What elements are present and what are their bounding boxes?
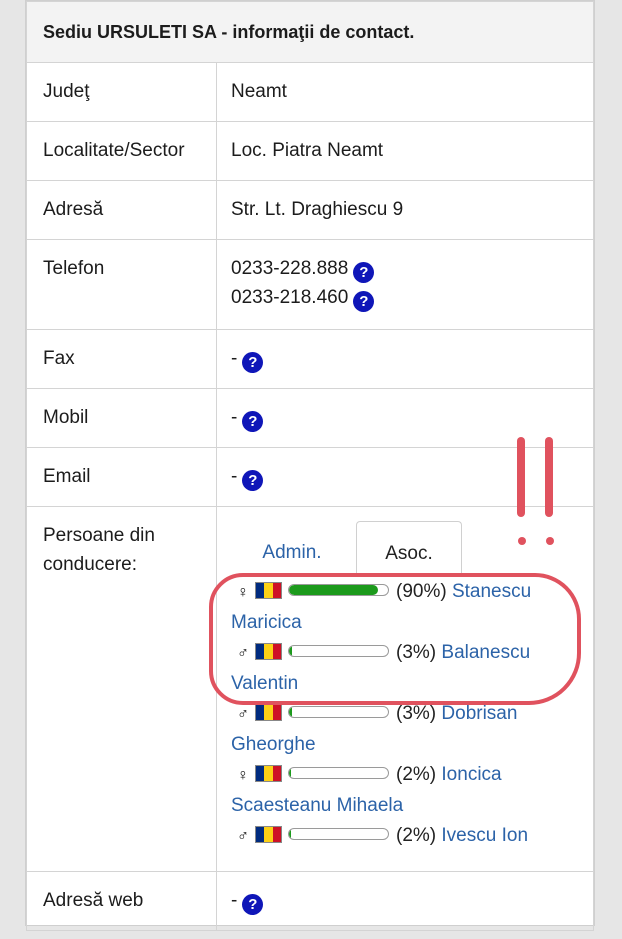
row-label: Localitate/Sector xyxy=(26,121,217,181)
row-value: - xyxy=(231,466,238,487)
table-row-persoane: Persoane din conducere: Admin. Asoc. ♀ (9… xyxy=(26,506,594,872)
romania-flag-icon xyxy=(255,582,282,599)
exclamation-mark-annotation xyxy=(517,437,525,517)
company-contact-panel: Sediu URSULETI SA - informaţii de contac… xyxy=(25,0,595,931)
table-row-mobil: Mobil -? xyxy=(26,388,594,448)
romania-flag-icon xyxy=(255,704,282,721)
exclamation-dot-annotation xyxy=(518,537,526,545)
exclamation-dot-annotation xyxy=(546,537,554,545)
phone-values: 0233-228.888? 0233-218.460? xyxy=(216,239,594,330)
help-icon[interactable]: ? xyxy=(242,894,264,915)
row-label: Fax xyxy=(26,329,217,389)
male-person-icon: ♂ xyxy=(237,645,249,662)
row-value: Loc. Piatra Neamt xyxy=(216,121,594,181)
share-percent: (2%) xyxy=(396,764,437,785)
row-label: Judeţ xyxy=(26,62,217,122)
row-label: Adresă web xyxy=(26,871,217,931)
help-icon[interactable]: ? xyxy=(242,470,264,491)
row-label: Email xyxy=(26,447,217,507)
tab-asoc[interactable]: Asoc. xyxy=(356,521,462,575)
persons-tabs: Admin. Asoc. xyxy=(231,521,578,577)
exclamation-mark-annotation xyxy=(545,437,553,517)
persons-list: ♀ (90%) Stanescu Maricica ♂ (3%) Balanescu … xyxy=(231,577,578,852)
row-label: Persoane din conducere: xyxy=(26,506,217,872)
person-name-link[interactable]: Ivescu Ion xyxy=(441,825,528,846)
share-progress-bar xyxy=(288,828,389,840)
persons-cell: Admin. Asoc. ♀ (90%) Stanescu Maricica ♂ (3… xyxy=(216,506,594,872)
person-entry: ♂ (3%) Dobrisan Gheorghe xyxy=(231,699,578,760)
romania-flag-icon xyxy=(255,643,282,660)
row-label: Telefon xyxy=(26,239,217,330)
person-entry: ♀ (2%) Ioncica Scaesteanu Mihaela xyxy=(231,760,578,821)
share-progress-bar xyxy=(288,584,389,596)
help-icon[interactable]: ? xyxy=(353,262,375,283)
phone-number: 0233-228.888 xyxy=(231,258,349,279)
male-person-icon: ♂ xyxy=(237,706,249,723)
female-person-icon: ♀ xyxy=(237,767,249,784)
table-title: Sediu URSULETI SA - informaţii de contac… xyxy=(26,1,594,63)
share-percent: (3%) xyxy=(396,642,437,663)
male-person-icon: ♂ xyxy=(237,828,249,845)
row-label: Mobil xyxy=(26,388,217,448)
table-row-fax: Fax -? xyxy=(26,329,594,389)
female-person-icon: ♀ xyxy=(237,584,249,601)
share-progress-bar xyxy=(288,767,389,779)
row-value: Neamt xyxy=(216,62,594,122)
person-entry: ♂ (3%) Balanescu Valentin xyxy=(231,638,578,699)
table-row: Localitate/Sector Loc. Piatra Neamt xyxy=(26,121,594,181)
romania-flag-icon xyxy=(255,826,282,843)
tab-admin[interactable]: Admin. xyxy=(231,521,353,575)
romania-flag-icon xyxy=(255,765,282,782)
table-row: Adresă Str. Lt. Draghiescu 9 xyxy=(26,180,594,240)
row-value: Str. Lt. Draghiescu 9 xyxy=(216,180,594,240)
share-progress-bar xyxy=(288,645,389,657)
help-icon[interactable]: ? xyxy=(353,291,375,312)
person-entry: ♂ (2%) Ivescu Ion xyxy=(231,821,578,852)
table-row-telefon: Telefon 0233-228.888? 0233-218.460? xyxy=(26,239,594,330)
help-icon[interactable]: ? xyxy=(242,352,264,373)
table-row: Judeţ Neamt xyxy=(26,62,594,122)
table-header-row: Sediu URSULETI SA - informaţii de contac… xyxy=(26,1,594,63)
share-progress-bar xyxy=(288,706,389,718)
row-value: - xyxy=(231,407,238,428)
row-label: Adresă xyxy=(26,180,217,240)
share-percent: (90%) xyxy=(396,581,447,602)
table-row-web: Adresă web -? xyxy=(26,871,594,931)
share-percent: (2%) xyxy=(396,825,437,846)
share-percent: (3%) xyxy=(396,703,437,724)
contact-table: Sediu URSULETI SA - informaţii de contac… xyxy=(26,1,594,931)
row-value: - xyxy=(231,348,238,369)
person-entry: ♀ (90%) Stanescu Maricica xyxy=(231,577,578,638)
row-value: - xyxy=(231,890,238,911)
table-row-email: Email -? xyxy=(26,447,594,507)
phone-number: 0233-218.460 xyxy=(231,287,349,308)
help-icon[interactable]: ? xyxy=(242,411,264,432)
